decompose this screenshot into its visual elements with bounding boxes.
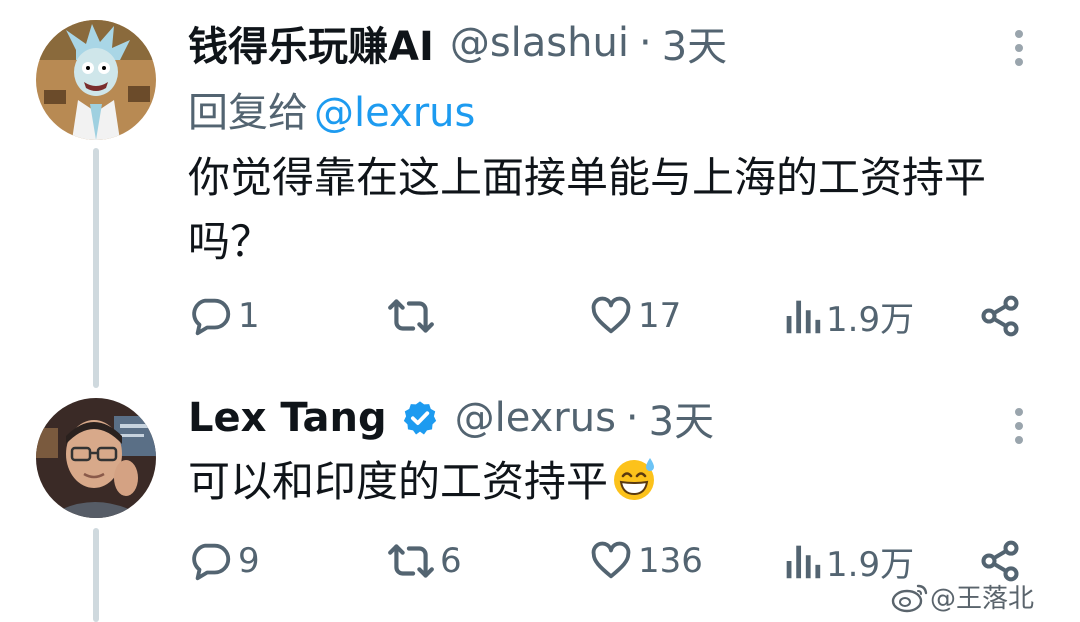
verified-badge-icon — [401, 399, 439, 437]
retweet-icon — [388, 299, 434, 333]
author-name[interactable]: 钱得乐玩赚AI — [188, 14, 434, 72]
like-button[interactable]: 17 — [588, 291, 681, 341]
views-count: 1.9万 — [826, 299, 915, 340]
more-options-icon[interactable] — [1007, 404, 1031, 448]
retweet-count: 6 — [440, 541, 462, 581]
views-bar-chart-icon — [786, 300, 821, 334]
watermark: @王落北 — [890, 578, 1034, 615]
cartoon-scientist-avatar-icon — [36, 20, 156, 140]
reply-to-line: 回复给 @lexrus — [188, 80, 475, 138]
reply-prefix: 回复给 — [188, 90, 308, 136]
retweet-icon — [388, 544, 434, 578]
reply-button[interactable]: 9 — [188, 536, 260, 586]
photo-man-glasses-avatar-icon — [36, 398, 156, 518]
views-button[interactable]: 1.9万 — [782, 291, 914, 341]
tweet-header: 钱得乐玩赚AI @slashui · 3天 — [188, 11, 727, 75]
thread-connector-line — [93, 148, 99, 388]
separator-dot: · — [625, 395, 639, 441]
like-count: 17 — [638, 296, 682, 336]
reply-mention-link[interactable]: @lexrus — [314, 90, 475, 136]
reply-icon — [192, 543, 231, 581]
tweet-text-line: 吗？ — [188, 217, 273, 266]
retweet-button[interactable]: 6 — [386, 536, 462, 586]
reply-icon — [192, 298, 231, 336]
tweet-text: 你觉得靠在这上面接单能与上海的工资持平 吗？ — [188, 146, 986, 274]
weibo-logo-icon — [891, 584, 928, 612]
tweet-text-line: 可以和印度的工资持平 — [188, 457, 609, 506]
author-name[interactable]: Lex Tang — [188, 395, 387, 441]
tweet-text-line: 你觉得靠在这上面接单能与上海的工资持平 — [188, 153, 987, 202]
watermark-text: @王落北 — [930, 584, 1035, 614]
share-icon — [981, 295, 1019, 337]
tweet-timestamp[interactable]: 3天 — [649, 389, 714, 447]
tweet-timestamp[interactable]: 3天 — [662, 14, 727, 72]
author-handle[interactable]: @slashui — [450, 20, 629, 66]
separator-dot: · — [638, 20, 652, 66]
author-handle[interactable]: @lexrus — [455, 395, 616, 441]
grinning-sweat-emoji-icon — [610, 454, 658, 520]
heart-icon — [591, 296, 631, 334]
heart-icon — [591, 541, 631, 579]
share-button[interactable] — [978, 291, 1022, 341]
avatar[interactable] — [36, 398, 156, 518]
tweet-header: Lex Tang @lexrus · 3天 — [188, 386, 714, 450]
views-bar-chart-icon — [786, 545, 821, 579]
thread-connector-line — [93, 528, 99, 622]
like-count: 136 — [638, 541, 703, 581]
reply-count: 1 — [238, 296, 260, 336]
more-options-icon[interactable] — [1007, 26, 1031, 70]
reply-count: 9 — [238, 541, 260, 581]
retweet-button[interactable] — [386, 291, 440, 341]
like-button[interactable]: 136 — [588, 536, 703, 586]
avatar[interactable] — [36, 20, 156, 140]
tweet-text: 可以和印度的工资持平 — [188, 450, 658, 520]
reply-button[interactable]: 1 — [188, 291, 260, 341]
